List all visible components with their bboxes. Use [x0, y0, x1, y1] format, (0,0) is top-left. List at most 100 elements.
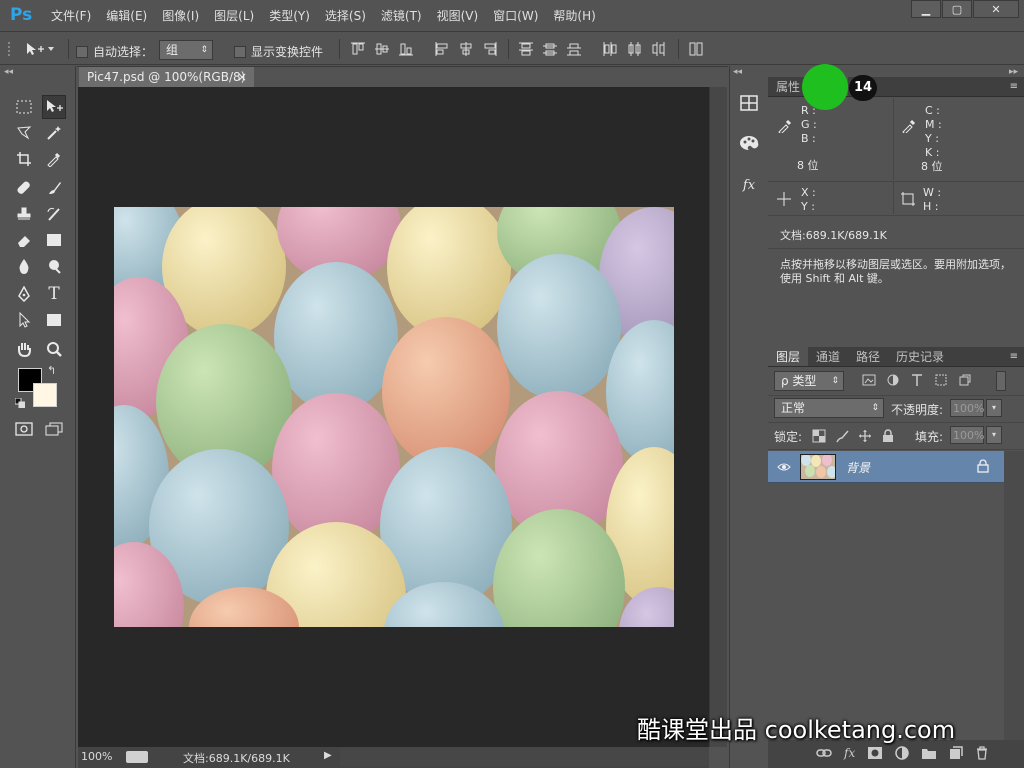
filter-smart-object-icon[interactable] [958, 373, 972, 387]
lock-transparent-icon[interactable] [812, 429, 826, 443]
auto-align-icon[interactable] [688, 41, 704, 57]
eyedropper-tool-icon[interactable] [42, 147, 66, 171]
distribute-vcenter-icon[interactable] [542, 41, 558, 57]
menu-layer[interactable]: 图层(L) [207, 0, 262, 32]
collapse-icon[interactable]: ◂◂ [733, 67, 742, 77]
screen-mode-icon[interactable] [42, 417, 66, 441]
type-tool-icon[interactable]: T [42, 282, 66, 306]
opacity-input[interactable]: 100% [950, 399, 984, 417]
marquee-tool-icon[interactable] [12, 95, 36, 119]
menu-window[interactable]: 窗口(W) [486, 0, 546, 32]
layer-filter-select[interactable]: ρ 类型 ⇕ [774, 371, 844, 391]
crop-tool-icon[interactable] [12, 147, 36, 171]
filter-pixel-icon[interactable] [862, 373, 876, 387]
blend-mode-select[interactable]: 正常 ⇕ [774, 398, 884, 418]
default-colors-icon[interactable] [15, 398, 25, 408]
distribute-hcenter-icon[interactable] [626, 41, 642, 57]
canvas-area[interactable] [78, 87, 709, 747]
styles-fx-icon[interactable]: fx [736, 173, 762, 197]
magic-wand-tool-icon[interactable] [42, 121, 66, 145]
status-info-icon[interactable] [126, 751, 148, 763]
rectangle-tool-icon[interactable] [42, 308, 66, 332]
align-bottom-icon[interactable] [398, 41, 414, 57]
minimize-button[interactable]: ▁ [911, 0, 941, 18]
link-layers-icon[interactable] [816, 746, 832, 760]
vertical-scrollbar[interactable] [709, 87, 727, 747]
maximize-button[interactable]: ▢ [942, 0, 972, 18]
clone-stamp-tool-icon[interactable] [12, 202, 36, 226]
layer-mask-icon[interactable] [867, 746, 883, 760]
filter-adjustment-icon[interactable] [886, 373, 900, 387]
brush-tool-icon[interactable] [42, 176, 66, 200]
menu-image[interactable]: 图像(I) [155, 0, 207, 32]
filter-toggle-switch[interactable] [996, 371, 1006, 391]
lock-all-icon[interactable] [881, 429, 895, 443]
distribute-left-icon[interactable] [602, 41, 618, 57]
tab-history[interactable]: 历史记录 [888, 347, 952, 366]
align-hcenter-icon[interactable] [458, 41, 474, 57]
history-brush-tool-icon[interactable] [42, 202, 66, 226]
zoom-tool-icon[interactable] [42, 337, 66, 361]
menu-view[interactable]: 视图(V) [430, 0, 487, 32]
align-vcenter-icon[interactable] [374, 41, 390, 57]
menu-file[interactable]: 文件(F) [44, 0, 99, 32]
layer-name[interactable]: 背景 [846, 459, 870, 476]
eraser-tool-icon[interactable] [12, 228, 36, 252]
menu-edit[interactable]: 编辑(E) [99, 0, 155, 32]
distribute-bottom-icon[interactable] [566, 41, 582, 57]
filter-shape-icon[interactable] [934, 373, 948, 387]
canvas-image[interactable] [114, 207, 674, 627]
tool-preset-picker[interactable] [24, 40, 64, 58]
distribute-right-icon[interactable] [650, 41, 666, 57]
tab-channels[interactable]: 通道 [808, 347, 848, 366]
background-color-swatch[interactable] [33, 383, 57, 407]
layer-style-fx-icon[interactable]: fx [844, 746, 855, 760]
auto-select-checkbox[interactable] [76, 45, 88, 58]
fill-input[interactable]: 100% [950, 426, 984, 444]
layers-scrollbar[interactable] [1004, 451, 1024, 741]
align-right-icon[interactable] [482, 41, 498, 57]
lock-image-icon[interactable] [835, 429, 849, 443]
quick-mask-icon[interactable] [12, 417, 36, 441]
document-tab[interactable]: Pic47.psd @ 100%(RGB/8) × [79, 67, 254, 87]
horizontal-scrollbar[interactable] [340, 748, 709, 766]
status-menu-arrow-icon[interactable]: ▶ [324, 750, 332, 761]
pen-tool-icon[interactable] [12, 282, 36, 306]
panel-menu-icon[interactable]: ≡ [1010, 77, 1024, 96]
dodge-tool-icon[interactable] [42, 254, 66, 278]
collapse-icon[interactable]: ◂◂ [4, 67, 13, 77]
tab-layers[interactable]: 图层 [768, 347, 809, 366]
close-button[interactable]: ✕ [973, 0, 1019, 18]
menu-help[interactable]: 帮助(H) [546, 0, 603, 32]
auto-select-target-select[interactable]: 组 ⇕ [159, 40, 213, 60]
lasso-tool-icon[interactable] [12, 121, 36, 145]
new-group-folder-icon[interactable] [921, 746, 937, 760]
lock-position-icon[interactable] [858, 429, 872, 443]
zoom-level[interactable]: 100% [81, 750, 112, 763]
layer-row[interactable]: 背景 [768, 451, 1004, 483]
chevron-down-icon[interactable]: ▾ [986, 399, 1002, 417]
filter-type-icon[interactable] [910, 373, 924, 387]
hand-tool-icon[interactable] [12, 337, 36, 361]
menu-filter[interactable]: 滤镜(T) [374, 0, 430, 32]
align-left-icon[interactable] [434, 41, 450, 57]
expand-icon[interactable]: ▸▸ [1009, 67, 1018, 77]
path-selection-tool-icon[interactable] [12, 308, 36, 332]
swap-colors-icon[interactable]: ↰ [47, 364, 56, 377]
panel-menu-icon[interactable]: ≡ [1010, 347, 1024, 366]
move-tool-icon[interactable] [42, 95, 66, 119]
align-top-icon[interactable] [350, 41, 366, 57]
chevron-down-icon[interactable]: ▾ [986, 426, 1002, 444]
healing-brush-tool-icon[interactable] [12, 176, 36, 200]
menu-type[interactable]: 类型(Y) [262, 0, 318, 32]
gradient-tool-icon[interactable] [42, 228, 66, 252]
close-tab-icon[interactable]: × [237, 67, 247, 87]
navigator-icon[interactable] [736, 91, 762, 115]
delete-layer-trash-icon[interactable] [975, 746, 989, 760]
eye-visibility-icon[interactable] [777, 461, 791, 473]
blur-tool-icon[interactable] [12, 254, 36, 278]
adjustment-layer-icon[interactable] [895, 746, 909, 760]
tab-paths[interactable]: 路径 [848, 347, 888, 366]
new-layer-icon[interactable] [949, 746, 963, 760]
show-transform-checkbox[interactable] [234, 45, 246, 58]
